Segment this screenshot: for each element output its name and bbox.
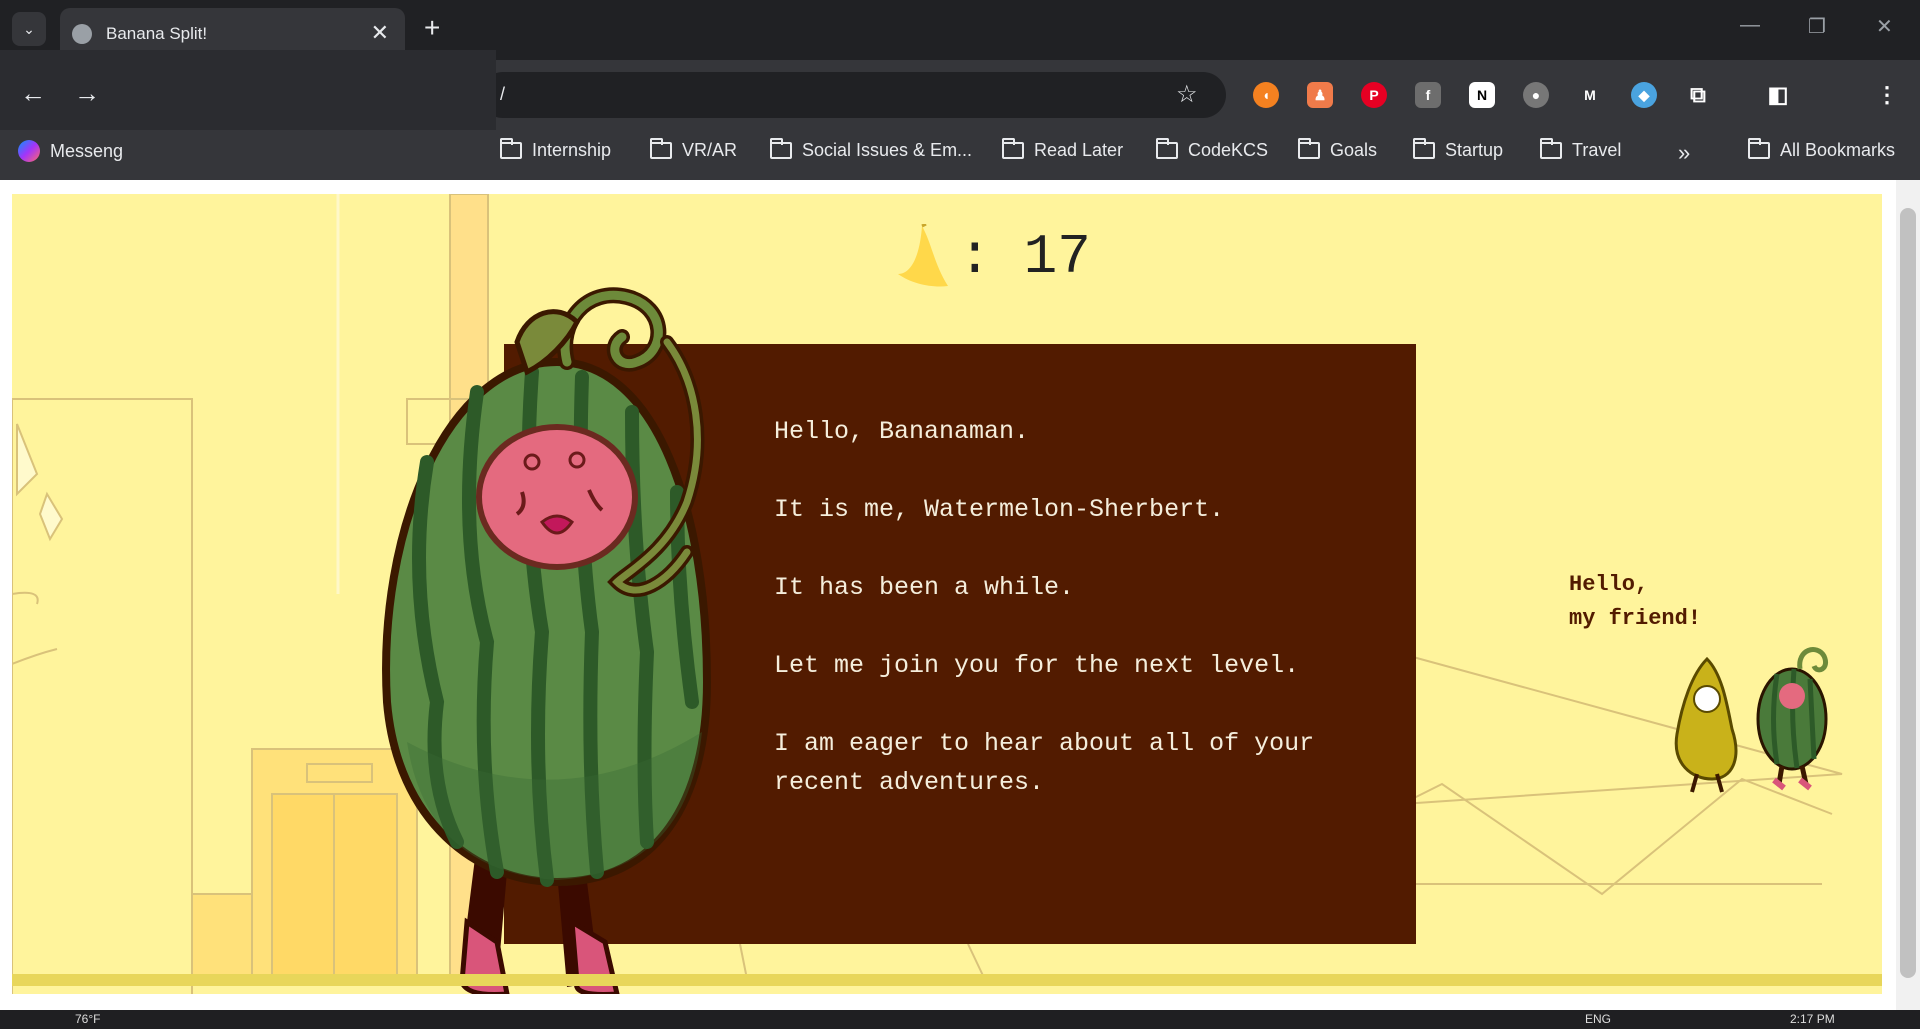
folder-icon: [1413, 138, 1435, 159]
minimize-icon[interactable]: —: [1740, 14, 1760, 37]
bookmark-star-icon[interactable]: ☆: [1176, 80, 1198, 109]
bookmark-label: Social Issues & Em...: [802, 140, 973, 160]
bookmark-label: Internship: [532, 140, 612, 160]
folder-icon: [650, 138, 672, 159]
tab-title: Banana Split!: [106, 24, 208, 43]
close-window-icon[interactable]: ✕: [1876, 14, 1893, 39]
address-text: /: [500, 84, 506, 104]
pinterest-icon[interactable]: P: [1361, 82, 1387, 108]
new-tab-button[interactable]: +: [424, 12, 440, 44]
bookmark-label: VR/AR: [682, 140, 738, 160]
facebook-icon[interactable]: f: [1415, 82, 1441, 108]
banana-icon: [898, 224, 948, 287]
weather-text: 76°F: [75, 1012, 101, 1026]
extension-circle-icon[interactable]: ●: [1523, 82, 1549, 108]
bookmark-label: Travel: [1572, 140, 1622, 160]
extension-rss-icon[interactable]: ◖: [1253, 82, 1279, 108]
bookmark-social-issues[interactable]: Social Issues & Em...: [770, 138, 973, 161]
folder-icon: [1540, 138, 1562, 159]
ground-strip: [12, 974, 1882, 986]
bookmark-internship[interactable]: Internship: [500, 138, 612, 161]
folder-icon: [500, 138, 522, 159]
dialog-line: It is me, Watermelon-Sherbert.: [774, 495, 1225, 524]
bananaman-character: [1674, 656, 1738, 793]
bookmark-label: Startup: [1445, 140, 1504, 160]
menu-kebab-icon[interactable]: ⋮: [1874, 82, 1900, 108]
restore-icon[interactable]: ❐: [1808, 14, 1826, 39]
bookmark-startup[interactable]: Startup: [1413, 138, 1504, 161]
language-indicator[interactable]: ENG: [1585, 1012, 1611, 1026]
tab-search-button[interactable]: ⌄: [12, 12, 46, 46]
bookmark-read-later[interactable]: Read Later: [1002, 138, 1124, 161]
bookmark-vrar[interactable]: VR/AR: [650, 138, 738, 161]
dialog-text: Hello, Bananaman. It is me, Watermelon-S…: [774, 412, 1394, 841]
page-viewport: : 17 Hello, Bananaman. It is me, Waterme…: [0, 180, 1920, 1010]
extension-diamond-icon[interactable]: ◆: [1631, 82, 1657, 108]
friend-bubble-line: my friend!: [1569, 606, 1702, 631]
forward-icon[interactable]: →: [74, 78, 100, 109]
bookmark-label: Read Later: [1034, 140, 1124, 160]
bookmark-label: Goals: [1330, 140, 1378, 160]
game-canvas[interactable]: : 17 Hello, Bananaman. It is me, Waterme…: [12, 194, 1882, 994]
folder-icon: [1748, 138, 1770, 159]
malwarebytes-icon[interactable]: M: [1577, 82, 1603, 108]
bookmark-messenger[interactable]: Messeng: [18, 140, 123, 162]
dialog-line: Let me join you for the next level.: [774, 651, 1300, 680]
browser-toolbar: / ← → ☆ ◖ ♟ P f N ● M ◆ ⧉ ◧ ⋮: [0, 50, 1920, 180]
bookmark-travel[interactable]: Travel: [1540, 138, 1622, 161]
dialog-line: Hello, Bananaman.: [774, 417, 1030, 446]
messenger-icon: [18, 140, 40, 162]
banana-count: 17: [1023, 225, 1091, 289]
scrollbar-thumb[interactable]: [1900, 208, 1916, 978]
watermelon-sherbert-character: [382, 287, 712, 994]
close-tab-icon[interactable]: ✕: [371, 20, 389, 46]
folder-icon: [1156, 138, 1178, 159]
dialog-line: I am eager to hear about all of your rec…: [774, 729, 1315, 797]
small-watermelon-character: [1756, 647, 1828, 791]
dialog-line: It has been a while.: [774, 573, 1075, 602]
friend-bubble-line: Hello,: [1569, 572, 1649, 597]
page-scrollbar[interactable]: [1896, 180, 1920, 1010]
bookmark-label: CodeKCS: [1188, 140, 1269, 160]
more-bookmarks-button[interactable]: »: [1678, 140, 1690, 166]
banana-counter: : 17: [892, 224, 1091, 290]
bookmarks-bar: Messeng Internship VR/AR Social Issues &…: [0, 130, 1920, 180]
bookmark-label: Messeng: [50, 140, 124, 161]
bookmark-label: All Bookmarks: [1780, 140, 1896, 160]
friend-speech-bubble: Hello, my friend!: [1569, 568, 1701, 636]
extensions-puzzle-icon[interactable]: ⧉: [1685, 82, 1711, 108]
address-bar[interactable]: /: [480, 72, 1226, 118]
all-bookmarks-button[interactable]: All Bookmarks: [1748, 138, 1896, 161]
bookmark-goals[interactable]: Goals: [1298, 138, 1378, 161]
globe-icon: [72, 24, 92, 44]
counter-separator: :: [958, 225, 992, 289]
os-taskbar: 76°F ENG 2:17 PM: [0, 1010, 1920, 1029]
notion-icon[interactable]: N: [1469, 82, 1495, 108]
folder-icon: [1002, 138, 1024, 159]
folder-icon: [1298, 138, 1320, 159]
back-icon[interactable]: ←: [20, 78, 46, 109]
side-panel-icon[interactable]: ◧: [1765, 82, 1791, 108]
folder-icon: [770, 138, 792, 159]
extension-person-icon[interactable]: ♟: [1307, 82, 1333, 108]
bookmark-codekcs[interactable]: CodeKCS: [1156, 138, 1269, 161]
clock-time[interactable]: 2:17 PM: [1790, 1012, 1835, 1026]
